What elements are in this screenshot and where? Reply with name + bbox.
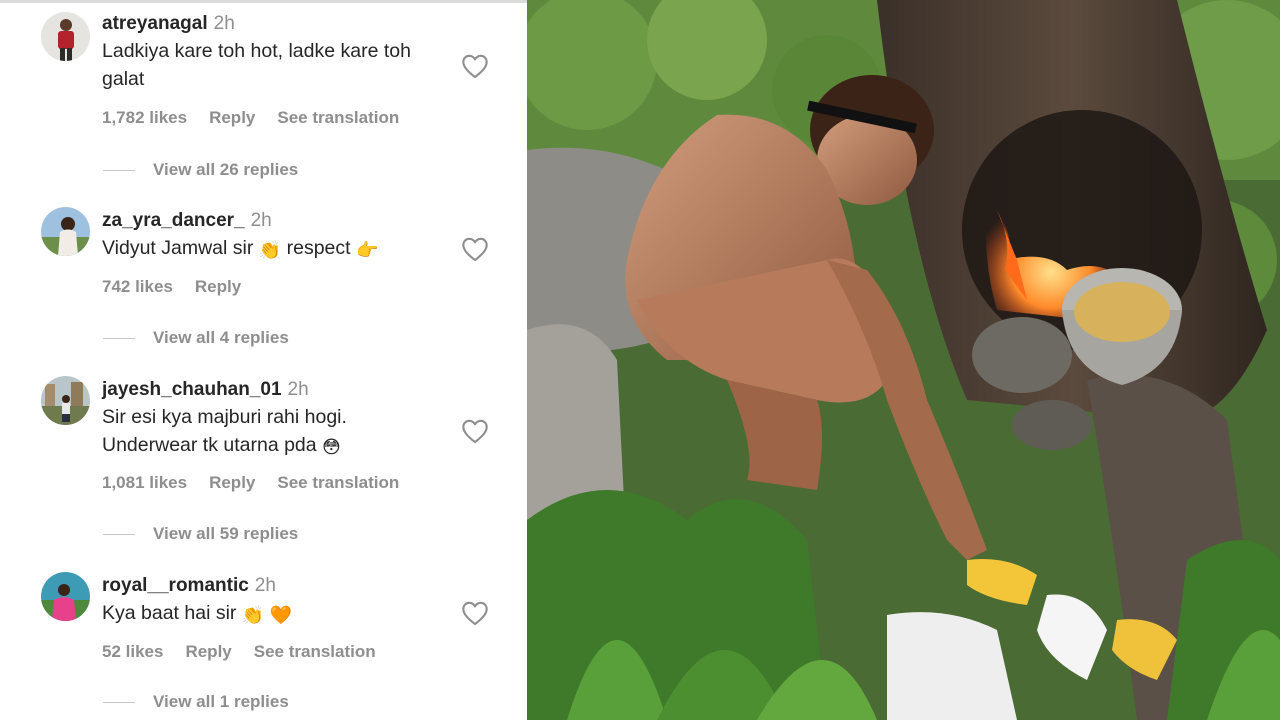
reply-button[interactable]: Reply — [209, 473, 255, 492]
avatar[interactable] — [41, 376, 90, 425]
photo-illustration — [527, 0, 1280, 720]
likes-count[interactable]: 1,782 likes — [102, 108, 187, 127]
comment-username[interactable]: za_yra_dancer_ — [102, 210, 245, 231]
view-replies-button[interactable]: View all 26 replies — [153, 160, 298, 179]
heart-outline-icon[interactable] — [461, 236, 489, 262]
post-photo — [527, 0, 1280, 720]
view-replies-button[interactable]: View all 4 replies — [153, 328, 289, 347]
view-replies-button[interactable]: View all 59 replies — [153, 524, 298, 543]
comment-time: 2h — [213, 13, 235, 34]
see-translation-button[interactable]: See translation — [277, 108, 399, 127]
comment-username[interactable]: jayesh_chauhan_01 — [102, 379, 282, 400]
view-replies-button[interactable]: View all 1 replies — [153, 692, 289, 711]
comment-text: Sir esi kya majburi rahi hogi. Underwear… — [102, 403, 447, 459]
reply-button[interactable]: Reply — [195, 277, 241, 296]
top-divider — [0, 0, 527, 3]
see-translation-button[interactable]: See translation — [254, 642, 376, 661]
clapping-hands-icon: 👏 — [241, 605, 265, 626]
comment-text-part: respect — [286, 237, 351, 259]
clapping-hands-icon: 👏 — [258, 240, 282, 261]
likes-count[interactable]: 742 likes — [102, 277, 173, 296]
heart-outline-icon[interactable] — [461, 53, 489, 79]
comment-text-part: Sir esi kya majburi rahi hogi. Underwear… — [102, 406, 347, 456]
comment-text-part: Vidyut Jamwal sir — [102, 237, 254, 259]
likes-count[interactable]: 1,081 likes — [102, 473, 187, 492]
comment-time: 2h — [254, 575, 276, 596]
replies-rule — [103, 338, 135, 340]
reply-button[interactable]: Reply — [185, 642, 231, 661]
flushed-face-icon: 😳 — [322, 437, 341, 458]
comment-text: Kya baat hai sir 👏 🧡 — [102, 599, 447, 627]
comment-text-part: Kya baat hai sir — [102, 602, 237, 624]
avatar[interactable] — [41, 12, 90, 61]
avatar[interactable] — [41, 207, 90, 256]
comment-time: 2h — [287, 379, 309, 400]
orange-heart-icon: 🧡 — [269, 605, 293, 626]
comments-panel: atreyanagal 2h Ladkiya kare toh hot, ladk… — [0, 0, 527, 720]
reply-button[interactable]: Reply — [209, 108, 255, 127]
see-translation-button[interactable]: See translation — [277, 473, 399, 492]
heart-outline-icon[interactable] — [461, 600, 489, 626]
comment-username[interactable]: royal__romantic — [102, 575, 249, 596]
comment-text: Ladkiya kare toh hot, ladke kare toh gal… — [102, 40, 411, 90]
replies-rule — [103, 534, 135, 536]
avatar[interactable] — [41, 572, 90, 621]
replies-rule — [103, 702, 135, 704]
likes-count[interactable]: 52 likes — [102, 642, 163, 661]
comment-time: 2h — [250, 210, 272, 231]
pointing-right-icon: 👉 — [356, 240, 379, 261]
heart-outline-icon[interactable] — [461, 418, 489, 444]
replies-rule — [103, 170, 135, 172]
comment-text: Vidyut Jamwal sir 👏 respect 👉 — [102, 234, 447, 262]
comment-username[interactable]: atreyanagal — [102, 13, 208, 34]
